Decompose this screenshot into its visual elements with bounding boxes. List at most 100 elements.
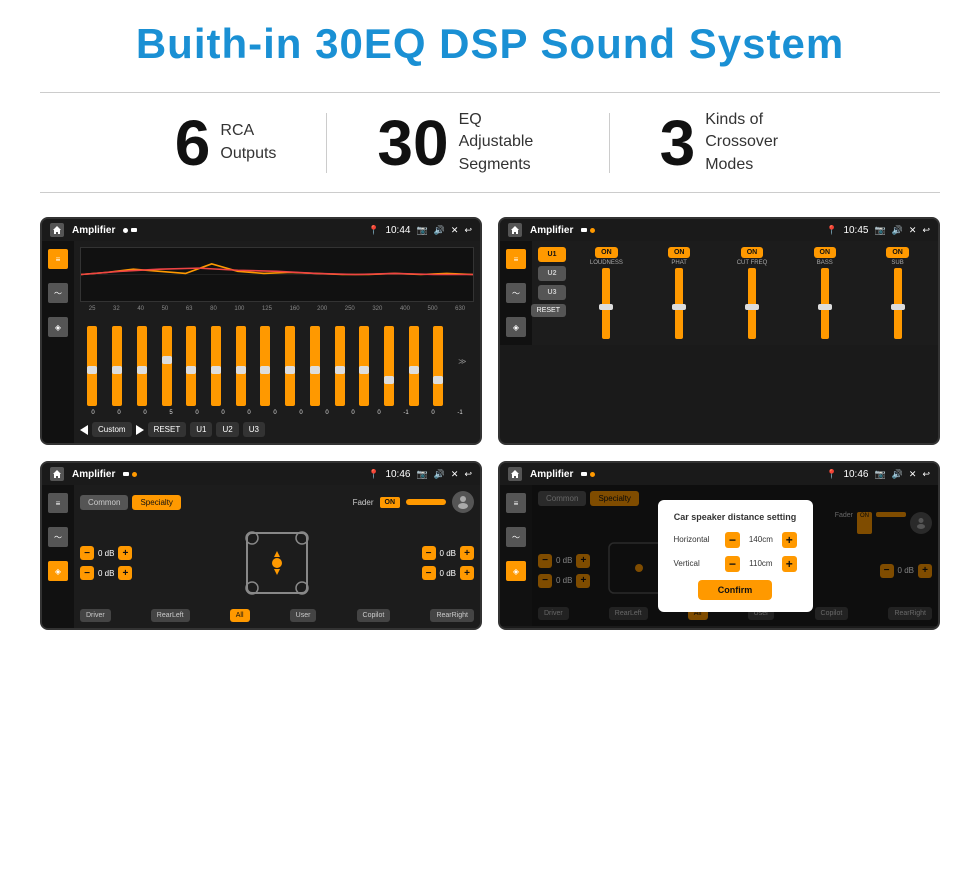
home-icon-4[interactable] bbox=[508, 467, 522, 481]
eq-custom-button[interactable]: Custom bbox=[92, 422, 132, 437]
specialty-tab-button[interactable]: Specialty bbox=[132, 495, 180, 510]
vol-bl-minus[interactable]: − bbox=[80, 566, 94, 580]
vol-tr-plus[interactable]: + bbox=[460, 546, 474, 560]
eq-slider-13[interactable] bbox=[409, 326, 419, 406]
sub-on-button[interactable]: ON bbox=[886, 247, 909, 258]
confirm-button[interactable]: Confirm bbox=[698, 580, 773, 600]
eq-label-11: 320 bbox=[372, 306, 382, 312]
u1-select-button[interactable]: U1 bbox=[538, 247, 566, 262]
phat-label: PHAT bbox=[671, 260, 687, 266]
phat-on-button[interactable]: ON bbox=[668, 247, 691, 258]
vol-tl-plus[interactable]: + bbox=[118, 546, 132, 560]
eq-slider-10[interactable] bbox=[335, 326, 345, 406]
horizontal-plus-button[interactable]: + bbox=[782, 532, 797, 548]
sidebar-speaker-icon-2[interactable]: ◈ bbox=[506, 317, 526, 337]
loudness-slider[interactable] bbox=[602, 268, 610, 339]
eq-slider-4[interactable] bbox=[186, 326, 196, 406]
stat-label-rca: RCAOutputs bbox=[220, 120, 276, 165]
vol-bl-value: 0 dB bbox=[98, 569, 114, 578]
eq-expand-icon[interactable]: ≫ bbox=[458, 357, 466, 366]
cutfreq-on-button[interactable]: ON bbox=[741, 247, 764, 258]
eq-prev-button[interactable] bbox=[80, 425, 88, 435]
sidebar-wave-icon-3[interactable]: 〜 bbox=[48, 527, 68, 547]
user-button[interactable]: User bbox=[290, 609, 317, 622]
bottom-buttons-3: Driver RearLeft All User Copilot RearRig… bbox=[80, 609, 474, 622]
eq-u1-button[interactable]: U1 bbox=[190, 422, 212, 437]
rearleft-button[interactable]: RearLeft bbox=[151, 609, 190, 622]
dot-orange-4 bbox=[590, 472, 595, 477]
sidebar-wave-icon-4[interactable]: 〜 bbox=[506, 527, 526, 547]
eq-graph bbox=[80, 247, 474, 302]
eq-slider-6[interactable] bbox=[236, 326, 246, 406]
copilot-button[interactable]: Copilot bbox=[357, 609, 391, 622]
car-diagram bbox=[138, 523, 415, 603]
sidebar-1: ≡ 〜 ◈ bbox=[42, 241, 74, 443]
sidebar-wave-icon-2[interactable]: 〜 bbox=[506, 283, 526, 303]
ch-reset-button[interactable]: RESET bbox=[531, 304, 566, 317]
sub-slider[interactable] bbox=[894, 268, 902, 339]
loudness-on-button[interactable]: ON bbox=[595, 247, 618, 258]
horizontal-minus-button[interactable]: − bbox=[725, 532, 740, 548]
avatar-icon[interactable] bbox=[452, 491, 474, 513]
phat-slider[interactable] bbox=[675, 268, 683, 339]
u2-select-button[interactable]: U2 bbox=[538, 266, 566, 281]
sidebar-eq-icon-3[interactable]: ≡ bbox=[48, 493, 68, 513]
pin-icon-4: 📍 bbox=[826, 469, 837, 480]
driver-button[interactable]: Driver bbox=[80, 609, 111, 622]
rearright-button[interactable]: RearRight bbox=[430, 609, 474, 622]
all-button[interactable]: All bbox=[230, 609, 250, 622]
eq-slider-5[interactable] bbox=[211, 326, 221, 406]
status-left-1: Amplifier bbox=[50, 223, 137, 237]
sidebar-wave-icon[interactable]: 〜 bbox=[48, 283, 68, 303]
eq-label-0: 25 bbox=[89, 306, 96, 312]
vol-bl-plus[interactable]: + bbox=[118, 566, 132, 580]
fader-slider[interactable] bbox=[406, 499, 446, 505]
sidebar-speaker-icon-3[interactable]: ◈ bbox=[48, 561, 68, 581]
bass-on-button[interactable]: ON bbox=[814, 247, 837, 258]
eq-slider-1[interactable] bbox=[112, 326, 122, 406]
sidebar-eq-icon-2[interactable]: ≡ bbox=[506, 249, 526, 269]
common-tab-button[interactable]: Common bbox=[80, 495, 128, 510]
fader-on-button[interactable]: ON bbox=[380, 497, 401, 508]
eq-u3-button[interactable]: U3 bbox=[243, 422, 265, 437]
eq-slider-11[interactable] bbox=[359, 326, 369, 406]
dialog-title: Car speaker distance setting bbox=[674, 512, 797, 522]
status-bar-3: Amplifier 📍 10:46 📷 🔊 ✕ ↩ bbox=[42, 463, 480, 485]
vol-br-minus[interactable]: − bbox=[422, 566, 436, 580]
home-icon-2[interactable] bbox=[508, 223, 522, 237]
back-icon-1: ↩ bbox=[464, 225, 472, 236]
eq-slider-7[interactable] bbox=[260, 326, 270, 406]
eq-slider-8[interactable] bbox=[285, 326, 295, 406]
sub-label: SUB bbox=[891, 260, 903, 266]
eq-slider-2[interactable] bbox=[137, 326, 147, 406]
vertical-minus-button[interactable]: − bbox=[725, 556, 740, 572]
eq-slider-14[interactable] bbox=[433, 326, 443, 406]
dot-sq-3 bbox=[123, 472, 129, 476]
eq-slider-9[interactable] bbox=[310, 326, 320, 406]
back-icon-4: ↩ bbox=[922, 469, 930, 480]
home-icon-3[interactable] bbox=[50, 467, 64, 481]
bass-slider[interactable] bbox=[821, 268, 829, 339]
eq-u2-button[interactable]: U2 bbox=[216, 422, 238, 437]
eq-slider-0[interactable] bbox=[87, 326, 97, 406]
eq-next-button[interactable] bbox=[136, 425, 144, 435]
vol-tr-minus[interactable]: − bbox=[422, 546, 436, 560]
cutfreq-slider[interactable] bbox=[748, 268, 756, 339]
dot-2 bbox=[131, 228, 137, 232]
vertical-plus-button[interactable]: + bbox=[782, 556, 797, 572]
ch-sub: ON SUB bbox=[863, 247, 932, 339]
home-icon-1[interactable] bbox=[50, 223, 64, 237]
distance-dialog: Car speaker distance setting Horizontal … bbox=[658, 500, 813, 612]
amp4-bg-content: Common Specialty Fader ON bbox=[532, 485, 938, 626]
tab-row-3: Common Specialty bbox=[80, 495, 181, 510]
sidebar-eq-icon[interactable]: ≡ bbox=[48, 249, 68, 269]
eq-slider-12[interactable] bbox=[384, 326, 394, 406]
u3-select-button[interactable]: U3 bbox=[538, 285, 566, 300]
sidebar-speaker-icon-4[interactable]: ◈ bbox=[506, 561, 526, 581]
eq-slider-3[interactable] bbox=[162, 326, 172, 406]
sidebar-eq-icon-4[interactable]: ≡ bbox=[506, 493, 526, 513]
vol-tl-minus[interactable]: − bbox=[80, 546, 94, 560]
sidebar-speaker-icon[interactable]: ◈ bbox=[48, 317, 68, 337]
eq-reset-button[interactable]: RESET bbox=[148, 422, 187, 437]
vol-br-plus[interactable]: + bbox=[460, 566, 474, 580]
